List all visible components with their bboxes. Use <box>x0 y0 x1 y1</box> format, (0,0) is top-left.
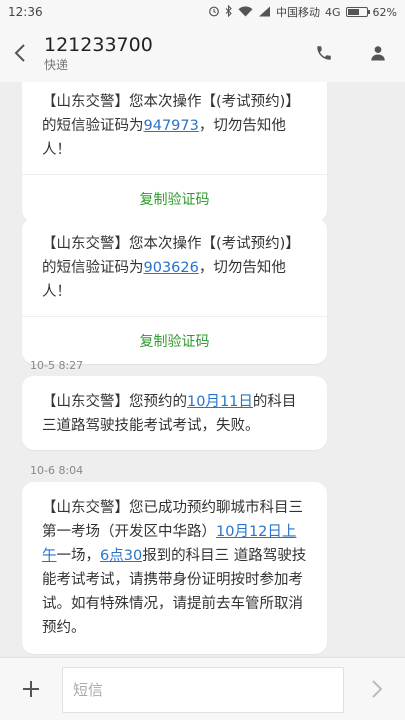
message-text: 【山东交警】您本次操作【(考试预约)】的短信验证码为903626，切勿告知他人！ <box>42 236 300 300</box>
message-timestamp: 10-6 8:04 <box>30 464 84 477</box>
send-button[interactable] <box>360 672 394 706</box>
sms-input[interactable] <box>62 667 344 713</box>
status-icons: 中国移动 4G 62% <box>208 4 397 20</box>
code-link[interactable]: 903626 <box>144 260 199 276</box>
contact-label: 快递 <box>44 58 69 72</box>
message-timestamp: 10-5 8:27 <box>30 359 84 372</box>
compose-bar <box>0 657 405 720</box>
message-list[interactable]: 【山东交警】您本次操作【(考试预约)】的短信验证码为947973，切勿告知他人！… <box>0 82 405 657</box>
network-type: 4G <box>325 5 341 19</box>
message-bubble[interactable]: 【山东交警】您本次操作【(考试预约)】的短信验证码为903626，切勿告知他人！… <box>22 218 327 364</box>
phone-icon <box>317 46 331 60</box>
call-button[interactable] <box>297 24 351 82</box>
chevron-left-icon <box>14 44 25 62</box>
send-arrow-icon <box>372 680 383 698</box>
copy-code-button[interactable]: 复制验证码 <box>22 174 327 222</box>
signal-icon <box>258 6 271 19</box>
battery-percent: 62% <box>372 5 397 19</box>
plus-icon <box>23 681 39 697</box>
message-bubble[interactable]: 【山东交警】您已成功预约聊城市科目三第一考场（开发区中华路）10月12日上午一场… <box>22 482 327 654</box>
message-bubble[interactable]: 【山东交警】您本次操作【(考试预约)】的短信验证码为947973，切勿告知他人！… <box>22 82 327 222</box>
message-text: 【山东交警】您本次操作【(考试预约)】的短信验证码为947973，切勿告知他人！ <box>42 94 300 158</box>
code-link[interactable]: 947973 <box>144 118 199 134</box>
contact-info: 121233700 快递 <box>40 33 297 73</box>
alarm-icon <box>208 5 220 19</box>
carrier-name: 中国移动 <box>276 6 321 19</box>
copy-code-button[interactable]: 复制验证码 <box>22 316 327 364</box>
message-bubble[interactable]: 【山东交警】您预约的10月11日的科目三道路驾驶技能考试考试，失败。 <box>22 376 327 450</box>
message-text: 【山东交警】您预约的10月11日的科目三道路驾驶技能考试考试，失败。 <box>42 394 297 434</box>
wifi-icon <box>238 5 253 19</box>
time-link[interactable]: 6点30 <box>100 548 142 564</box>
contact-number: 121233700 <box>44 34 153 56</box>
status-bar: 12:36 中国移动 4G 62% <box>0 0 405 24</box>
person-icon <box>371 46 385 61</box>
status-time: 12:36 <box>8 5 43 19</box>
conversation-header: 121233700 快递 <box>0 24 405 82</box>
contact-button[interactable] <box>351 24 405 82</box>
bluetooth-icon <box>225 4 233 19</box>
attach-button[interactable] <box>14 672 48 706</box>
back-button[interactable] <box>0 24 40 82</box>
message-text: 【山东交警】您已成功预约聊城市科目三第一考场（开发区中华路）10月12日上午一场… <box>42 500 307 636</box>
date-link[interactable]: 10月11日 <box>187 394 253 410</box>
battery-icon <box>345 7 370 17</box>
